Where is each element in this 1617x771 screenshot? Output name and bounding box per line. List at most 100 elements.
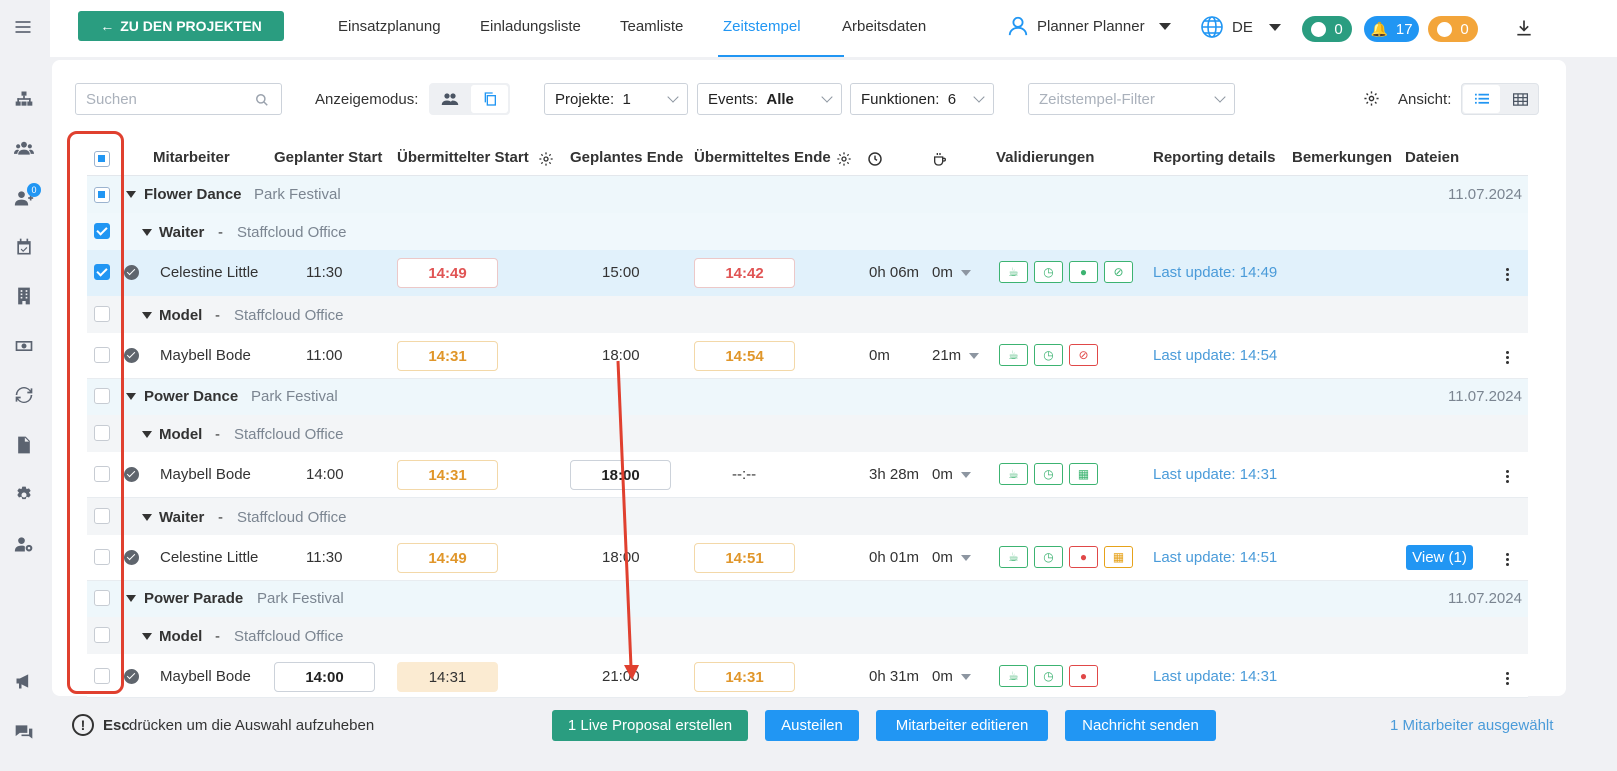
more-options-icon[interactable] — [1506, 468, 1509, 485]
create-live-proposal-button[interactable]: 1 Live Proposal erstellen — [552, 710, 748, 741]
reporting-link[interactable]: Last update: 14:51 — [1153, 549, 1277, 566]
submitted-start-box[interactable]: 14:49 — [397, 543, 498, 573]
caret-down-icon[interactable] — [142, 312, 152, 319]
submitted-end-box[interactable]: 14:54 — [694, 341, 795, 371]
tab-teamliste[interactable]: Teamliste — [620, 18, 683, 35]
location-validation-icon[interactable]: ● — [1069, 546, 1098, 568]
link-validation-icon[interactable]: ⊘ — [1104, 261, 1133, 283]
send-message-button[interactable]: Nachricht senden — [1065, 710, 1216, 741]
time-validation-icon[interactable]: ◷ — [1034, 546, 1063, 568]
selected-count[interactable]: 1 Mitarbeiter ausgewählt — [1390, 717, 1553, 734]
submitted-start-box[interactable]: 14:31 — [397, 341, 498, 371]
user-settings-icon[interactable] — [13, 533, 35, 555]
header-validations[interactable]: Validierungen — [996, 149, 1094, 166]
tab-einsatzplanung[interactable]: Einsatzplanung — [338, 18, 441, 35]
reporting-link[interactable]: Last update: 14:54 — [1153, 347, 1277, 364]
copy-view-icon[interactable] — [471, 85, 508, 113]
qr-validation-icon[interactable]: ▦ — [1069, 463, 1098, 485]
submitted-start-box[interactable]: 14:31 — [397, 460, 498, 490]
grid-view-icon[interactable] — [1502, 85, 1538, 113]
back-to-projects-button[interactable]: ← ZU DEN PROJEKTEN — [78, 11, 284, 41]
distribute-button[interactable]: Austeilen — [765, 710, 859, 741]
location-validation-icon[interactable]: ● — [1069, 665, 1098, 687]
caret-down-icon[interactable] — [142, 514, 152, 521]
language-menu[interactable]: DE — [1200, 15, 1281, 39]
employee-name[interactable]: Maybell Bode — [160, 466, 251, 483]
break-validation-icon[interactable]: ☕ — [999, 261, 1028, 283]
view-files-button[interactable]: View (1) — [1406, 545, 1473, 570]
more-options-icon[interactable] — [1506, 551, 1509, 568]
hierarchy-icon[interactable] — [13, 88, 35, 110]
submitted-end-settings-icon[interactable] — [836, 151, 852, 167]
building-icon[interactable] — [13, 285, 35, 307]
location-validation-icon[interactable]: ● — [1069, 261, 1098, 283]
tab-arbeitsdaten[interactable]: Arbeitsdaten — [842, 18, 926, 35]
break-validation-icon[interactable]: ☕ — [999, 546, 1028, 568]
chevron-down-icon[interactable] — [961, 270, 971, 276]
chevron-down-icon[interactable] — [969, 353, 979, 359]
header-reporting[interactable]: Reporting details — [1153, 149, 1276, 166]
header-planned-end[interactable]: Geplantes Ende — [570, 149, 683, 166]
chevron-down-icon[interactable] — [961, 555, 971, 561]
timestamp-filter-select[interactable]: Zeitstempel-Filter — [1028, 83, 1235, 115]
break-value[interactable]: 0m — [932, 466, 953, 483]
submitted-start-settings-icon[interactable] — [538, 151, 554, 167]
document-icon[interactable] — [13, 434, 35, 456]
caret-down-icon[interactable] — [126, 595, 136, 602]
gear-icon[interactable] — [13, 484, 35, 506]
settings-gear-icon[interactable] — [1363, 90, 1380, 111]
break-validation-icon[interactable]: ☕ — [999, 344, 1028, 366]
time-validation-icon[interactable]: ◷ — [1034, 261, 1063, 283]
submitted-start-box[interactable]: 14:49 — [397, 258, 498, 288]
sync-icon[interactable] — [13, 384, 35, 406]
events-select[interactable]: Events: Alle — [697, 83, 842, 115]
functions-select[interactable]: Funktionen: 6 — [850, 83, 994, 115]
break-validation-icon[interactable]: ☕ — [999, 665, 1028, 687]
caret-down-icon[interactable] — [142, 431, 152, 438]
header-employee[interactable]: Mitarbeiter — [153, 149, 230, 166]
caret-down-icon[interactable] — [142, 229, 152, 236]
more-options-icon[interactable] — [1506, 349, 1509, 366]
messages-pill[interactable]: 0 — [1302, 16, 1352, 42]
clock-pill[interactable]: 0 — [1428, 16, 1478, 42]
chevron-down-icon[interactable] — [961, 674, 971, 680]
time-validation-icon[interactable]: ◷ — [1034, 344, 1063, 366]
tab-zeitstempel[interactable]: Zeitstempel — [723, 18, 801, 35]
caret-down-icon[interactable] — [126, 191, 136, 198]
caret-down-icon[interactable] — [142, 633, 152, 640]
submitted-end-box[interactable]: 14:31 — [694, 662, 795, 692]
notifications-pill[interactable]: 🔔 17 — [1364, 16, 1419, 42]
break-value[interactable]: 0m — [932, 264, 953, 281]
break-validation-icon[interactable]: ☕ — [999, 463, 1028, 485]
time-validation-icon[interactable]: ◷ — [1034, 463, 1063, 485]
header-submitted-start[interactable]: Übermittelter Start — [397, 149, 529, 166]
submitted-end-box[interactable]: 14:51 — [694, 543, 795, 573]
user-menu[interactable]: Planner Planner — [1007, 15, 1171, 37]
header-remarks[interactable]: Bemerkungen — [1292, 149, 1392, 166]
reporting-link[interactable]: Last update: 14:31 — [1153, 466, 1277, 483]
time-validation-icon[interactable]: ◷ — [1034, 665, 1063, 687]
break-value[interactable]: 0m — [932, 668, 953, 685]
group-view-icon[interactable] — [431, 85, 469, 113]
header-submitted-end[interactable]: Übermitteltes Ende — [694, 149, 831, 166]
calendar-check-icon[interactable] — [13, 236, 35, 258]
reporting-link[interactable]: Last update: 14:49 — [1153, 264, 1277, 281]
download-icon[interactable] — [1514, 18, 1534, 42]
more-options-icon[interactable] — [1506, 266, 1509, 283]
edit-employees-button[interactable]: Mitarbeiter editieren — [876, 710, 1048, 741]
employee-name[interactable]: Maybell Bode — [160, 668, 251, 685]
search-input[interactable]: Suchen — [75, 83, 282, 115]
more-options-icon[interactable] — [1506, 670, 1509, 687]
submitted-end-box[interactable]: 14:42 — [694, 258, 795, 288]
header-files[interactable]: Dateien — [1405, 149, 1459, 166]
submitted-start-box[interactable]: 14:31 — [397, 662, 498, 692]
tab-einladungsliste[interactable]: Einladungsliste — [480, 18, 581, 35]
employee-name[interactable]: Celestine Little — [160, 549, 258, 566]
caret-down-icon[interactable] — [126, 393, 136, 400]
employee-name[interactable]: Maybell Bode — [160, 347, 251, 364]
planned-start-input[interactable]: 14:00 — [274, 662, 375, 692]
money-icon[interactable] — [13, 335, 35, 357]
team-icon[interactable] — [13, 137, 35, 159]
qr-validation-icon[interactable]: ▦ — [1104, 546, 1133, 568]
employee-name[interactable]: Celestine Little — [160, 264, 258, 281]
